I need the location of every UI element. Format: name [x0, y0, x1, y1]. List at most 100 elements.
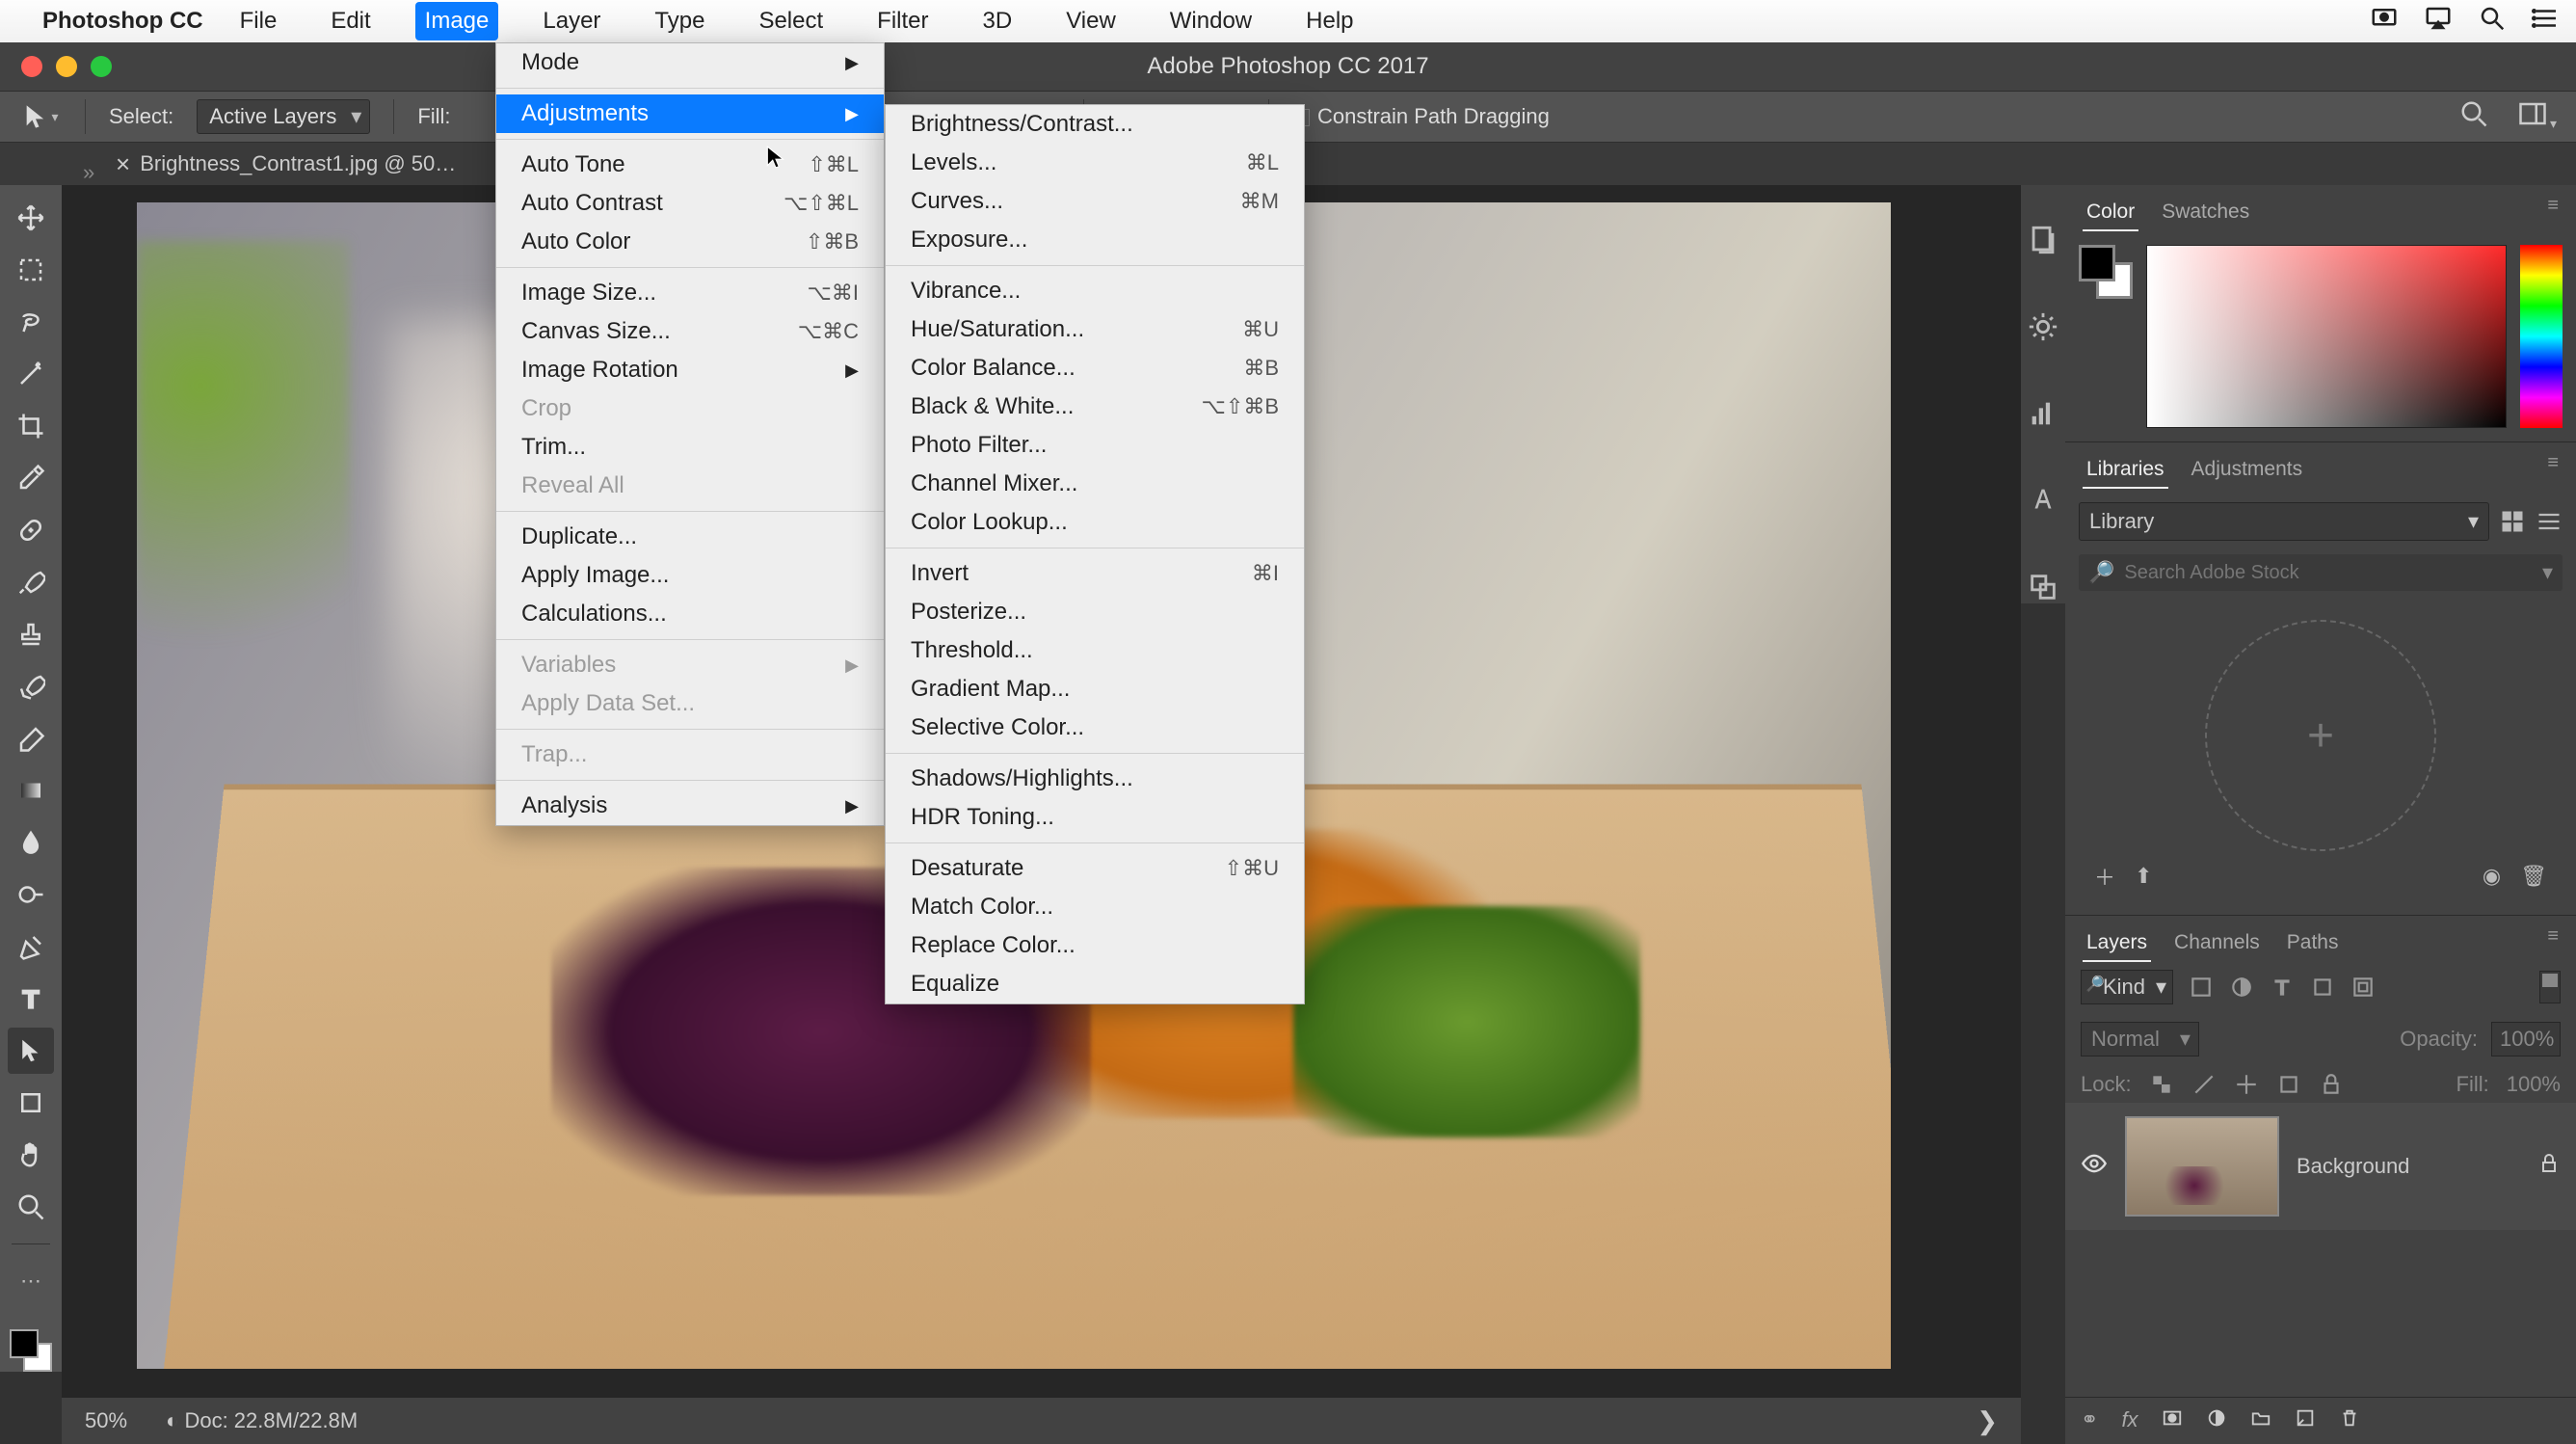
adjustments-menu-levels[interactable]: Levels...⌘L	[886, 144, 1304, 182]
upload-icon[interactable]: ⬆	[2135, 864, 2152, 889]
shape-tool[interactable]	[8, 1080, 54, 1126]
group-icon[interactable]	[2250, 1407, 2271, 1434]
tab-expand-icon[interactable]: »	[83, 160, 94, 185]
menubar-image[interactable]: Image	[415, 2, 499, 40]
color-field[interactable]	[2146, 245, 2507, 428]
marquee-tool[interactable]	[8, 247, 54, 293]
adjustment-layer-icon[interactable]	[2206, 1407, 2227, 1434]
menubar-help[interactable]: Help	[1296, 2, 1363, 40]
adjustments-menu-photo-filter[interactable]: Photo Filter...	[886, 426, 1304, 465]
paragraph-panel-icon[interactable]	[2027, 571, 2059, 603]
workspace-switcher-icon[interactable]: ▾	[2517, 99, 2557, 134]
filter-pixel-icon[interactable]	[2189, 975, 2214, 1000]
lock-pixels-icon[interactable]	[2191, 1072, 2217, 1097]
adjustments-menu-color-lookup[interactable]: Color Lookup...	[886, 503, 1304, 542]
adjustments-menu-channel-mixer[interactable]: Channel Mixer...	[886, 465, 1304, 503]
layer-name[interactable]: Background	[2297, 1154, 2409, 1179]
brush-settings-icon[interactable]	[2027, 310, 2059, 343]
stamp-tool[interactable]	[8, 611, 54, 657]
tab-layers[interactable]: Layers	[2083, 925, 2151, 962]
filter-type-icon[interactable]	[2270, 975, 2295, 1000]
trash-icon[interactable]	[2339, 1407, 2360, 1434]
edit-toolbar-icon[interactable]: ⋯	[8, 1258, 54, 1304]
document-tab[interactable]: × Brightness_Contrast1.jpg @ 50…	[116, 149, 456, 179]
adjustments-menu-exposure[interactable]: Exposure...	[886, 221, 1304, 259]
filter-toggle[interactable]	[2539, 971, 2561, 1003]
image-menu-trim[interactable]: Trim...	[496, 428, 884, 467]
adjustments-menu-desaturate[interactable]: Desaturate⇧⌘U	[886, 849, 1304, 888]
tab-adjustments[interactable]: Adjustments	[2188, 452, 2307, 489]
move-tool[interactable]	[8, 195, 54, 241]
screen-record-icon[interactable]	[2370, 4, 2399, 40]
layer-filter-kind[interactable]: Kind	[2081, 970, 2173, 1004]
airplay-icon[interactable]	[2424, 4, 2453, 40]
histogram-icon[interactable]	[2027, 397, 2059, 430]
eraser-tool[interactable]	[8, 715, 54, 762]
layer-fx-icon[interactable]: fx	[2121, 1407, 2138, 1434]
doc-info[interactable]: ◐ Doc: 22.8M/22.8M	[166, 1408, 358, 1433]
image-menu-auto-contrast[interactable]: Auto Contrast⌥⇧⌘L	[496, 184, 884, 223]
panel-menu-icon[interactable]: ≡	[2547, 195, 2559, 231]
select-dropdown[interactable]: Active Layers	[197, 99, 370, 134]
adjustments-menu-equalize[interactable]: Equalize	[886, 965, 1304, 1003]
adjustments-menu-replace-color[interactable]: Replace Color...	[886, 926, 1304, 965]
adjustments-menu-gradient-map[interactable]: Gradient Map...	[886, 670, 1304, 709]
image-menu-auto-tone[interactable]: Auto Tone⇧⌘L	[496, 146, 884, 184]
trash-icon[interactable]: 🗑	[2520, 864, 2547, 889]
adjustments-menu-color-balance[interactable]: Color Balance...⌘B	[886, 349, 1304, 388]
layer-row[interactable]: Background	[2065, 1103, 2576, 1230]
grid-view-icon[interactable]	[2499, 508, 2526, 535]
tab-color[interactable]: Color	[2083, 195, 2138, 231]
library-drop-zone[interactable]: +	[2205, 620, 2436, 851]
image-menu-image-size[interactable]: Image Size...⌥⌘I	[496, 274, 884, 312]
panel-menu-icon[interactable]: ≡	[2547, 452, 2559, 489]
adjustments-menu-hdr-toning[interactable]: HDR Toning...	[886, 798, 1304, 837]
menubar-edit[interactable]: Edit	[321, 2, 380, 40]
blend-mode-select[interactable]: Normal	[2081, 1022, 2199, 1056]
lock-all-icon[interactable]	[2319, 1072, 2344, 1097]
menubar-type[interactable]: Type	[645, 2, 714, 40]
window-close-button[interactable]	[21, 56, 42, 77]
menubar-3d[interactable]: 3D	[973, 2, 1022, 40]
tool-preset-picker[interactable]: ▾	[19, 98, 62, 135]
image-menu-image-rotation[interactable]: Image Rotation▶	[496, 351, 884, 389]
menu-extras-icon[interactable]	[2532, 4, 2561, 40]
image-menu-auto-color[interactable]: Auto Color⇧⌘B	[496, 223, 884, 261]
search-icon[interactable]	[2459, 99, 2488, 134]
panel-menu-icon[interactable]: ≡	[2547, 925, 2559, 962]
lock-position-icon[interactable]	[2234, 1072, 2259, 1097]
adjustments-menu-threshold[interactable]: Threshold...	[886, 631, 1304, 670]
new-layer-icon[interactable]	[2295, 1407, 2316, 1434]
eyedropper-tool[interactable]	[8, 455, 54, 501]
gradient-tool[interactable]	[8, 767, 54, 814]
image-menu-mode[interactable]: Mode▶	[496, 43, 884, 82]
hue-slider[interactable]	[2520, 245, 2563, 428]
lock-transparency-icon[interactable]	[2149, 1072, 2174, 1097]
image-menu-canvas-size[interactable]: Canvas Size...⌥⌘C	[496, 312, 884, 351]
constrain-option[interactable]: Constrain Path Dragging	[1292, 104, 1550, 129]
visibility-icon[interactable]	[2081, 1150, 2108, 1183]
status-more-icon[interactable]: ❯	[1977, 1406, 1998, 1436]
tab-paths[interactable]: Paths	[2283, 925, 2343, 962]
window-zoom-button[interactable]	[91, 56, 112, 77]
cloud-sync-icon[interactable]: ◉	[2483, 864, 2501, 889]
adjustments-menu-vibrance[interactable]: Vibrance...	[886, 272, 1304, 310]
library-search-input[interactable]	[2124, 562, 2533, 584]
menubar-window[interactable]: Window	[1160, 2, 1261, 40]
adjustments-menu-match-color[interactable]: Match Color...	[886, 888, 1304, 926]
chevron-down-icon[interactable]: ▾	[2542, 560, 2553, 585]
zoom-tool[interactable]	[8, 1184, 54, 1230]
menubar-view[interactable]: View	[1056, 2, 1126, 40]
app-name[interactable]: Photoshop CC	[42, 8, 203, 35]
blur-tool[interactable]	[8, 819, 54, 866]
adjustments-menu-curves[interactable]: Curves...⌘M	[886, 182, 1304, 221]
image-menu-analysis[interactable]: Analysis▶	[496, 787, 884, 825]
brush-tool[interactable]	[8, 559, 54, 605]
lock-artboard-icon[interactable]	[2276, 1072, 2301, 1097]
pen-tool[interactable]	[8, 923, 54, 970]
library-select[interactable]: Library	[2079, 502, 2489, 541]
tab-libraries[interactable]: Libraries	[2083, 452, 2168, 489]
foreground-color-swatch[interactable]	[10, 1329, 39, 1358]
opacity-value[interactable]: 100%	[2491, 1022, 2561, 1056]
spotlight-icon[interactable]	[2478, 4, 2507, 40]
